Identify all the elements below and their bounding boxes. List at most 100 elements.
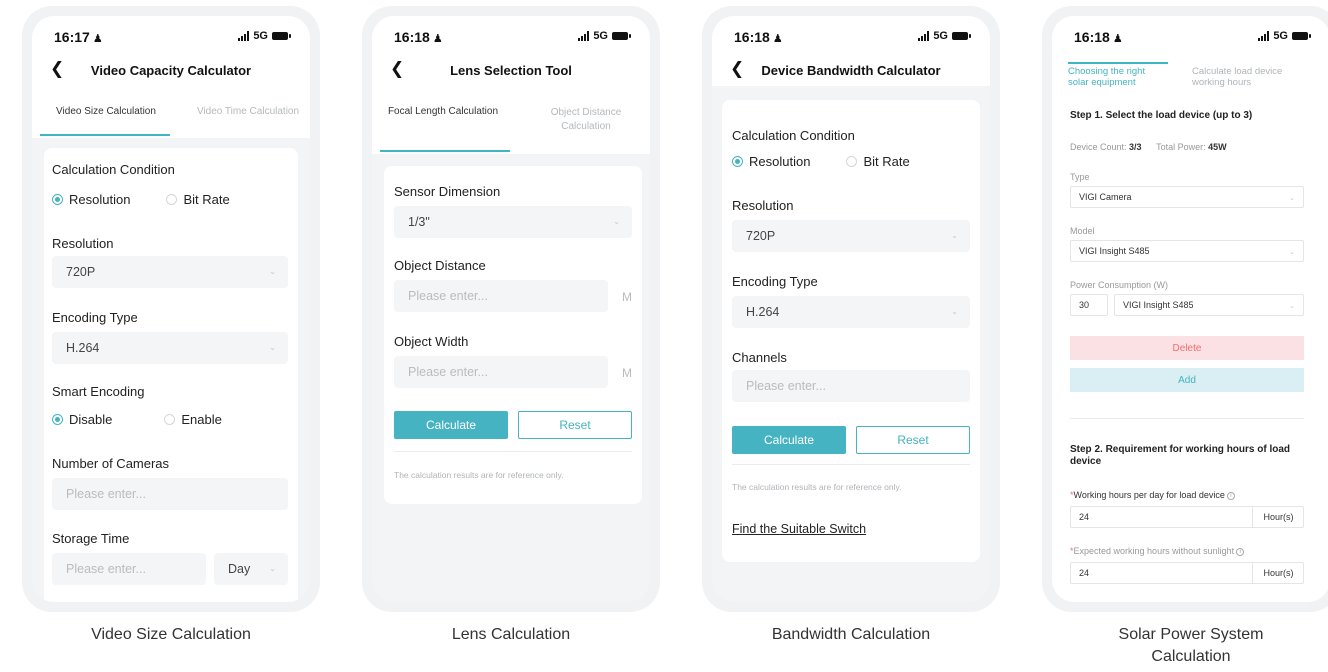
tab-object-distance[interactable]: Object Distance Calculation	[526, 106, 646, 134]
person-icon: ♟	[432, 33, 443, 45]
calc-condition-radios: Resolution Bit Rate	[52, 192, 266, 207]
reset-button[interactable]: Reset	[856, 426, 970, 454]
storage-time-label: Storage Time	[52, 531, 130, 546]
tab-bar: Focal Length Calculation Object Distance…	[372, 86, 650, 154]
chevron-down-icon: ⌄	[1289, 303, 1295, 310]
delete-button[interactable]: Delete	[1070, 336, 1304, 360]
signal-icon	[578, 31, 590, 41]
battery-icon	[1292, 32, 1311, 40]
network-label: 5G	[1273, 30, 1288, 42]
status-time: 16:18	[734, 29, 770, 45]
nav-bar: ❮ Lens Selection Tool	[372, 52, 650, 86]
signal-icon	[238, 31, 250, 41]
battery-icon	[612, 32, 631, 40]
page-title: Video Capacity Calculator	[90, 63, 252, 78]
power-model-select[interactable]: VIGI Insight S485 ⌄	[1114, 294, 1304, 316]
chevron-down-icon: ⌄	[269, 343, 276, 352]
chevron-down-icon: ⌄	[951, 231, 958, 240]
chevron-down-icon: ⌄	[1289, 249, 1295, 256]
resolution-label: Resolution	[732, 198, 794, 213]
network-label: 5G	[253, 30, 268, 42]
tab-calc-hours[interactable]: Calculate load device working hours	[1192, 66, 1282, 88]
screen: 16:18 ♟ 5G Choosing the right solar equipm…	[1052, 16, 1328, 602]
channels-label: Channels	[732, 350, 787, 365]
reference-note: The calculation results are for referenc…	[732, 482, 902, 492]
screen: 16:18 ♟ 5G ❮ Lens Selection Tool Focal Le…	[372, 16, 650, 602]
phone-video-capacity: 16:17 ♟ 5G ❮ Video Capacity Calculator Vi…	[22, 6, 320, 612]
encoding-select[interactable]: H.264 ⌄	[52, 332, 288, 364]
resolution-select[interactable]: 720P ⌄	[52, 256, 288, 288]
chevron-down-icon: ⌄	[951, 307, 958, 316]
model-label: Model	[1070, 226, 1095, 236]
form-card: Sensor Dimension 1/3" ⌄ Object Distance P…	[384, 166, 642, 504]
distance-input[interactable]: Please enter...	[394, 280, 608, 312]
radio-bit-rate[interactable]: Bit Rate	[846, 154, 910, 169]
form-card: Calculation Condition Resolution Bit Rat…	[722, 100, 980, 562]
divider	[732, 464, 970, 465]
radio-disable[interactable]: Disable	[52, 412, 112, 427]
encoding-select[interactable]: H.264 ⌄	[732, 296, 970, 328]
smart-encoding-radios: Disable Enable	[52, 412, 258, 427]
radio-unchecked-icon	[164, 414, 176, 425]
nav-bar: ❮ Video Capacity Calculator	[32, 52, 310, 86]
type-select[interactable]: VIGI Camera ⌄	[1070, 186, 1304, 208]
channels-input[interactable]: Please enter...	[732, 370, 970, 402]
sensor-select[interactable]: 1/3" ⌄	[394, 206, 632, 238]
tab-bar: Video Size Calculation Video Time Calcul…	[32, 86, 310, 138]
radio-enable[interactable]: Enable	[164, 412, 222, 427]
add-button[interactable]: Add	[1070, 368, 1304, 392]
find-switch-link[interactable]: Find the Suitable Switch	[732, 522, 866, 536]
storage-unit-select[interactable]: Day ⌄	[214, 553, 288, 585]
nav-bar: ❮ Device Bandwidth Calculator	[712, 52, 990, 86]
tab-underline	[380, 150, 510, 152]
status-time: 16:17	[54, 29, 90, 45]
screen: 16:17 ♟ 5G ❮ Video Capacity Calculator Vi…	[32, 16, 310, 602]
step2-heading: Step 2. Requirement for working hours of…	[1070, 444, 1291, 467]
sensor-label: Sensor Dimension	[394, 184, 501, 199]
caption-bandwidth: Bandwidth Calculation	[771, 626, 931, 643]
status-time: 16:18	[394, 29, 430, 45]
radio-bit-rate[interactable]: Bit Rate	[166, 192, 230, 207]
calc-condition-label: Calculation Condition	[52, 162, 175, 177]
person-icon: ♟	[92, 33, 103, 45]
info-icon[interactable]: i	[1236, 547, 1245, 556]
tab-video-time[interactable]: Video Time Calculation	[178, 106, 310, 117]
encoding-label: Encoding Type	[52, 310, 138, 325]
resolution-select[interactable]: 720P ⌄	[732, 220, 970, 252]
width-unit: M	[622, 366, 632, 380]
radio-checked-icon	[732, 156, 743, 167]
hours-sun-label: *Expected working hours without sunlight…	[1070, 546, 1245, 556]
person-icon: ♟	[1112, 33, 1123, 45]
cameras-input[interactable]: Please enter...	[52, 478, 288, 510]
chevron-down-icon: ⌄	[613, 217, 620, 226]
type-label: Type	[1070, 172, 1090, 182]
tab-top-line	[1068, 62, 1168, 64]
radio-resolution[interactable]: Resolution	[732, 154, 810, 169]
info-icon[interactable]: i	[1226, 491, 1235, 500]
hours-day-label: *Working hours per day for load device i	[1070, 490, 1235, 500]
tab-video-size[interactable]: Video Size Calculation	[32, 106, 180, 117]
width-input[interactable]: Please enter...	[394, 356, 608, 388]
model-select[interactable]: VIGI Insight S485 ⌄	[1070, 240, 1304, 262]
network-label: 5G	[593, 30, 608, 42]
power-input[interactable]: 30	[1070, 294, 1108, 316]
calculate-button[interactable]: Calculate	[394, 411, 508, 439]
status-bar: 16:18 ♟ 5G	[372, 16, 650, 52]
reset-button[interactable]: Reset	[518, 411, 632, 439]
power-label: Power Consumption (W)	[1070, 280, 1169, 290]
calc-condition-radios: Resolution Bit Rate	[732, 154, 946, 169]
tab-focal-length[interactable]: Focal Length Calculation	[372, 106, 514, 117]
signal-group: 5G	[578, 30, 631, 42]
radio-checked-icon	[52, 194, 63, 205]
signal-icon	[918, 31, 930, 41]
radio-resolution[interactable]: Resolution	[52, 192, 130, 207]
form-card: Calculation Condition Resolution Bit Rat…	[44, 148, 298, 602]
page-title: Device Bandwidth Calculator	[761, 63, 941, 78]
network-label: 5G	[933, 30, 948, 42]
calculate-button[interactable]: Calculate	[732, 426, 846, 454]
width-label: Object Width	[394, 334, 469, 349]
storage-time-input[interactable]: Please enter...	[52, 553, 206, 585]
phone-lens-selection: 16:18 ♟ 5G ❮ Lens Selection Tool Focal Le…	[362, 6, 660, 612]
chevron-down-icon: ⌄	[269, 267, 276, 276]
tab-choose-equipment[interactable]: Choosing the right solar equipment	[1068, 66, 1145, 88]
